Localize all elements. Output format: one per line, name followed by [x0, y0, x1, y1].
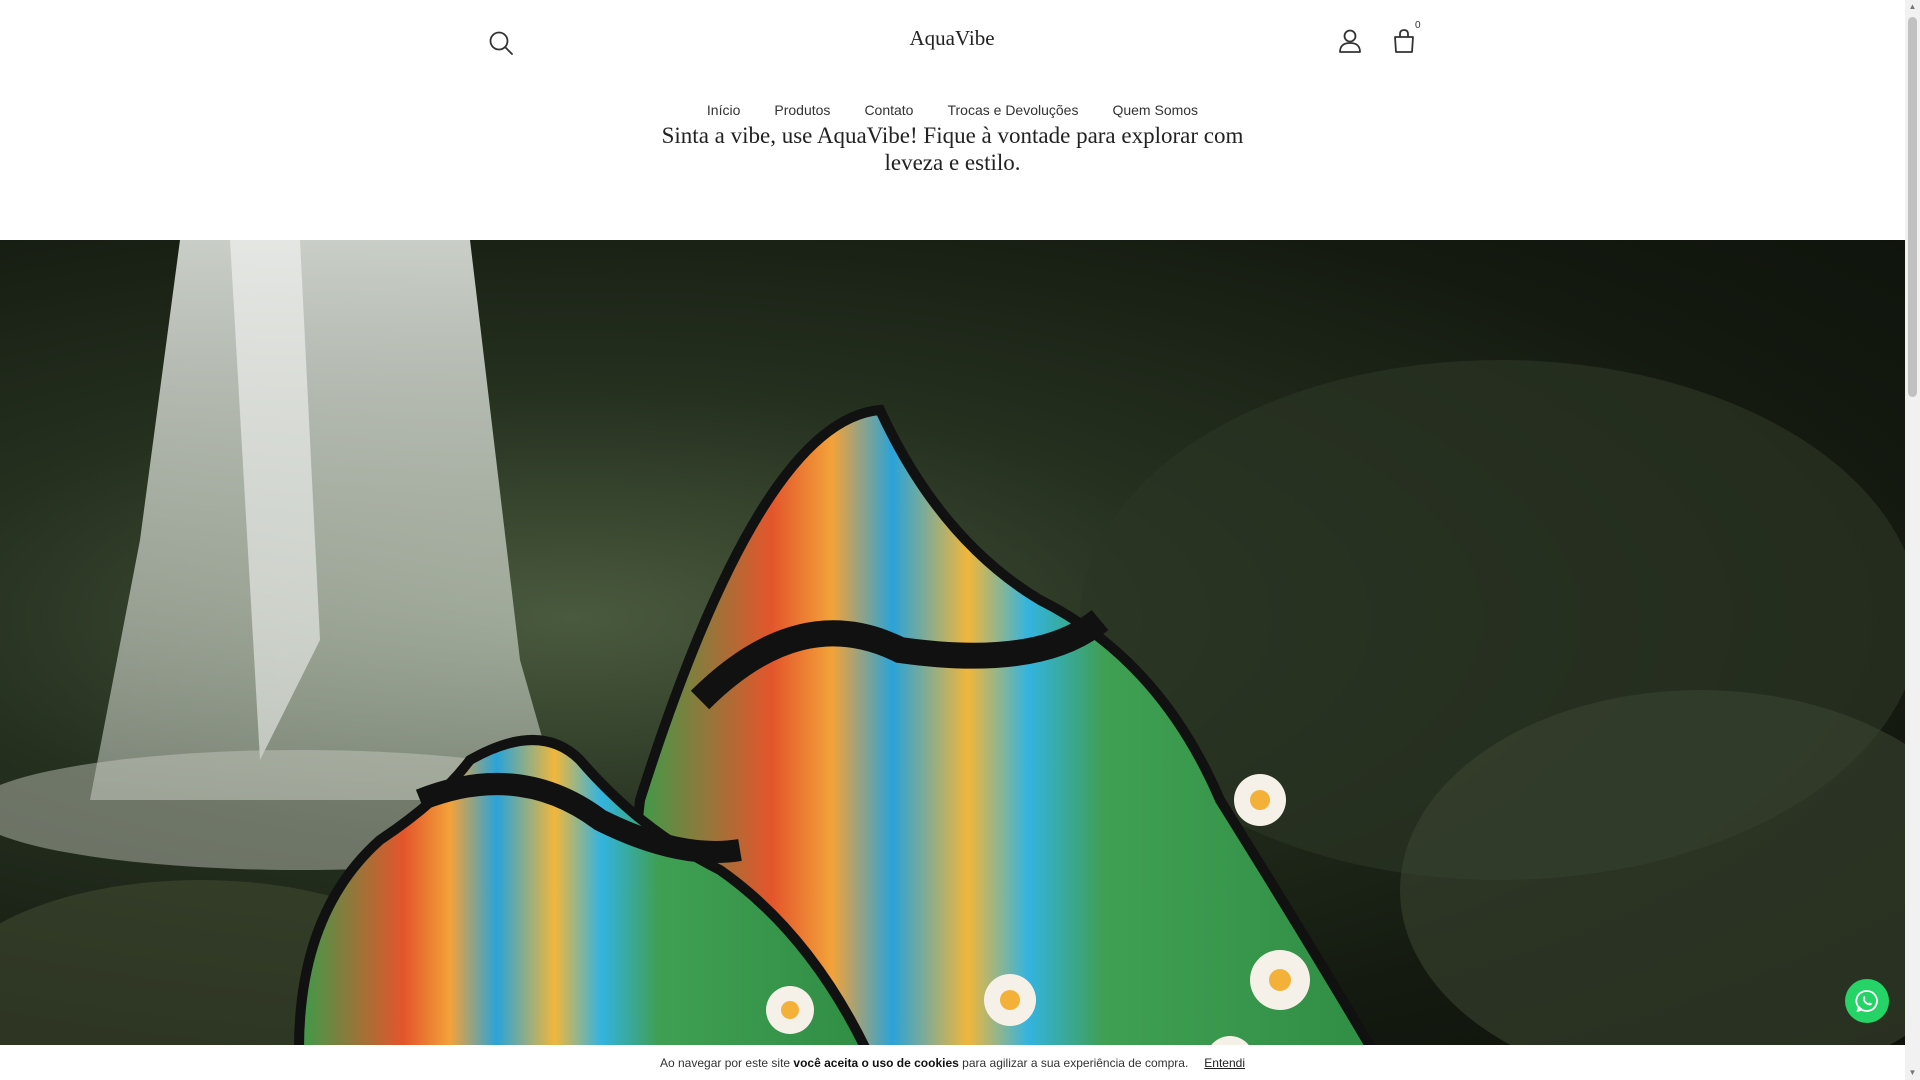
account-button[interactable] — [1333, 24, 1367, 58]
site-logo[interactable]: AquaVibe — [852, 26, 1052, 51]
whatsapp-button[interactable] — [1845, 979, 1889, 1023]
whatsapp-icon — [1855, 990, 1878, 1012]
tagline-section: Sinta a vibe, use AquaVibe! Fique à vont… — [0, 120, 1905, 240]
cookie-text-after: para agilizar a sua experiência de compr… — [958, 1055, 1189, 1070]
tagline-line-1: Sinta a vibe, use AquaVibe! Fique à vont… — [661, 123, 1244, 148]
tagline: Sinta a vibe, use AquaVibe! Fique à vont… — [600, 122, 1305, 176]
scroll-down-arrow-icon[interactable]: ▼ — [1908, 1069, 1917, 1077]
nav-item-trocas-devolucoes[interactable]: Trocas e Devoluções — [930, 98, 1095, 122]
nav-item-contato[interactable]: Contato — [847, 98, 930, 122]
cookie-text-bold: você aceita o uso de cookies — [793, 1055, 959, 1070]
cookie-text-before: Ao navegar por este site — [660, 1055, 794, 1070]
page: Sinta a vibe, use AquaVibe! Fique à vont… — [0, 0, 1905, 1080]
nav-item-inicio[interactable]: Início — [690, 98, 757, 122]
nav-item-quem-somos[interactable]: Quem Somos — [1095, 98, 1215, 122]
scroll-thumb[interactable] — [1908, 17, 1917, 397]
header-top-row: AquaVibe 0 — [0, 0, 1905, 84]
site-header: Sinta a vibe, use AquaVibe! Fique à vont… — [0, 0, 1905, 240]
scroll-up-arrow-icon[interactable]: ▲ — [1908, 3, 1917, 11]
search-icon — [489, 31, 513, 55]
nav-item-produtos[interactable]: Produtos — [757, 98, 847, 122]
search-button[interactable] — [484, 26, 518, 60]
cookie-accept-link[interactable]: Entendi — [1204, 1056, 1245, 1070]
tagline-line-2: leveza e estilo. — [884, 150, 1021, 175]
shopping-bag-icon — [1394, 29, 1414, 53]
cookie-consent-bar: Ao navegar por este site você aceita o u… — [0, 1045, 1905, 1080]
water-shoes-waterfall-image — [0, 240, 1905, 1080]
cart-count-badge: 0 — [1415, 20, 1421, 31]
page-scrollbar[interactable]: ▲ ▼ — [1905, 0, 1920, 1080]
cookie-text: Ao navegar por este site você aceita o u… — [660, 1056, 1188, 1070]
main-navigation: Início Produtos Contato Trocas e Devoluç… — [0, 98, 1905, 122]
hero-banner[interactable] — [0, 240, 1905, 1080]
user-icon — [1339, 29, 1361, 53]
